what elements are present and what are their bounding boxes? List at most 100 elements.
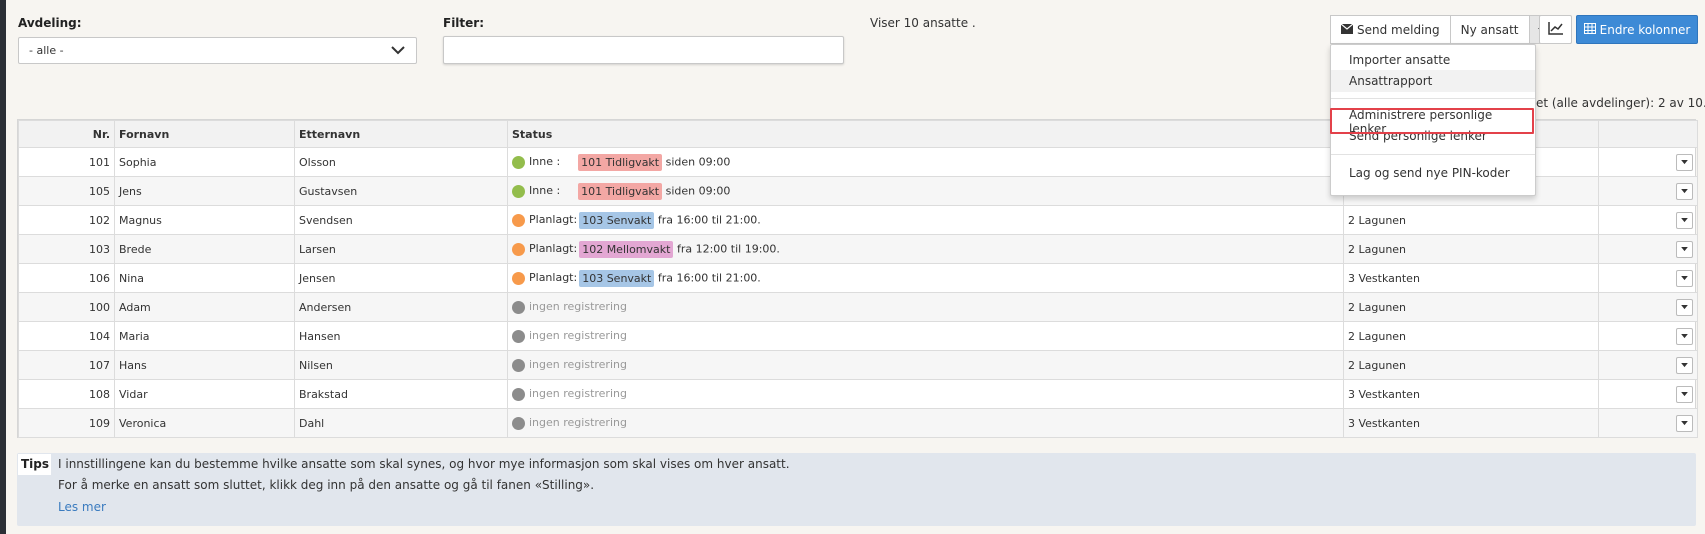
highlight-box <box>1330 108 1534 134</box>
status-dot-icon <box>512 358 525 372</box>
shift-badge: 101 Tidligvakt <box>578 182 663 200</box>
menu-item-import-employees[interactable]: Importer ansatte <box>1331 49 1535 71</box>
column-header-status[interactable]: Status <box>507 120 1344 148</box>
envelope-icon <box>1340 23 1354 37</box>
row-menu-button[interactable] <box>1676 327 1693 345</box>
table-row[interactable]: 108 Vidar Brakstad ingen registrering 3 Vest… <box>18 379 1698 409</box>
shift-badge: 103 Senvakt <box>579 211 655 229</box>
chevron-down-icon <box>390 43 406 60</box>
cell-department: 3 Vestkanten <box>1343 408 1599 438</box>
status-dot-icon <box>512 416 525 430</box>
send-message-button[interactable]: Send melding <box>1330 15 1451 44</box>
cell-last-name: Hansen <box>294 321 508 351</box>
statistics-button[interactable] <box>1539 15 1572 44</box>
cell-actions <box>1598 408 1698 438</box>
table-row[interactable]: 106 Nina Jensen Planlagt: 103 Senvakt fra 16… <box>18 263 1698 293</box>
change-columns-label: Endre kolonner <box>1599 22 1691 37</box>
tips-label: Tips <box>18 454 51 475</box>
cell-nr: 102 <box>18 205 115 235</box>
status-dot-icon <box>512 213 525 227</box>
status-detail: siden 09:00 <box>665 184 731 197</box>
cell-nr: 108 <box>18 379 115 409</box>
cell-nr: 100 <box>18 292 115 322</box>
cell-status: Inne : 101 Tidligvakt siden 09:00 <box>507 147 1344 177</box>
caret-down-icon <box>1681 246 1688 251</box>
shift-badge: 101 Tidligvakt <box>578 153 663 171</box>
cell-actions <box>1598 176 1698 206</box>
row-menu-button[interactable] <box>1676 182 1693 200</box>
shift-badge: 103 Senvakt <box>579 269 655 287</box>
cell-last-name: Dahl <box>294 408 508 438</box>
column-header-last-name[interactable]: Etternavn <box>294 120 508 148</box>
cell-actions <box>1598 234 1698 264</box>
table-row[interactable]: 107 Hans Nilsen ingen registrering 2 Lagunen <box>18 350 1698 380</box>
table-row[interactable]: 100 Adam Andersen ingen registrering 2 Lagun… <box>18 292 1698 322</box>
filter-label: Filter: <box>443 16 485 30</box>
cell-nr: 106 <box>18 263 115 293</box>
table-row[interactable]: 104 Maria Hansen ingen registrering 2 Lagune… <box>18 321 1698 351</box>
status-detail: ingen registrering <box>529 329 627 343</box>
menu-item-send-pin-codes[interactable]: Lag og send nye PIN-koder <box>1331 162 1535 184</box>
new-employee-button[interactable]: Ny ansatt <box>1450 15 1530 44</box>
cell-first-name: Hans <box>114 350 295 380</box>
row-menu-button[interactable] <box>1676 414 1693 432</box>
status-dot-icon <box>512 300 525 314</box>
menu-item-employee-report[interactable]: Ansattrapport <box>1331 70 1535 92</box>
department-label: Avdeling: <box>18 16 82 30</box>
cell-first-name: Jens <box>114 176 295 206</box>
tips-panel: Tips I innstillingene kan du bestemme hv… <box>17 453 1696 526</box>
cell-nr: 104 <box>18 321 115 351</box>
row-menu-button[interactable] <box>1676 385 1693 403</box>
read-more-link[interactable]: Les mer <box>58 500 106 514</box>
table-row[interactable]: 103 Brede Larsen Planlagt: 102 Mellomvakt fr… <box>18 234 1698 264</box>
status-detail: ingen registrering <box>529 416 627 430</box>
table-row[interactable]: 102 Magnus Svendsen Planlagt: 103 Senvakt fr… <box>18 205 1698 235</box>
status-detail: ingen registrering <box>529 358 627 372</box>
change-columns-button[interactable]: Endre kolonner <box>1576 15 1698 44</box>
status-prefix: Inne : <box>529 184 561 197</box>
employee-count-text: Viser 10 ansatte . <box>870 16 976 30</box>
caret-down-icon <box>1681 304 1688 309</box>
cell-department: 2 Lagunen <box>1343 321 1599 351</box>
cell-actions <box>1598 263 1698 293</box>
department-select[interactable]: - alle - <box>18 37 417 64</box>
cell-first-name: Adam <box>114 292 295 322</box>
line-chart-icon <box>1547 21 1564 38</box>
cell-status: ingen registrering <box>507 292 1344 322</box>
row-menu-button[interactable] <box>1676 211 1693 229</box>
cell-status: ingen registrering <box>507 379 1344 409</box>
status-detail: fra 16:00 til 21:00. <box>657 213 761 226</box>
column-header-nr[interactable]: Nr. <box>18 120 115 148</box>
caret-down-icon <box>1681 159 1688 164</box>
caret-down-icon <box>1681 333 1688 338</box>
row-menu-button[interactable] <box>1676 298 1693 316</box>
filter-input[interactable] <box>443 36 844 64</box>
cell-status: Planlagt: 102 Mellomvakt fra 12:00 til 19… <box>507 234 1344 264</box>
column-header-first-name[interactable]: Fornavn <box>114 120 295 148</box>
row-menu-button[interactable] <box>1676 356 1693 374</box>
cell-status: Inne : 101 Tidligvakt siden 09:00 <box>507 176 1344 206</box>
cell-first-name: Nina <box>114 263 295 293</box>
row-menu-button[interactable] <box>1676 153 1693 171</box>
status-detail: fra 12:00 til 19:00. <box>676 242 780 255</box>
table-row[interactable]: 109 Veronica Dahl ingen registrering 3 Vestk… <box>18 408 1698 438</box>
caret-down-icon <box>1681 420 1688 425</box>
cell-last-name: Larsen <box>294 234 508 264</box>
status-prefix: Planlagt: <box>529 213 578 226</box>
menu-divider <box>1331 98 1535 99</box>
cell-first-name: Brede <box>114 234 295 264</box>
cell-status: Planlagt: 103 Senvakt fra 16:00 til 21:00… <box>507 205 1344 235</box>
row-menu-button[interactable] <box>1676 269 1693 287</box>
cell-last-name: Andersen <box>294 292 508 322</box>
status-detail: siden 09:00 <box>665 155 731 168</box>
cell-nr: 101 <box>18 147 115 177</box>
cell-department: 2 Lagunen <box>1343 234 1599 264</box>
cell-department: 3 Vestkanten <box>1343 263 1599 293</box>
status-detail: ingen registrering <box>529 300 627 314</box>
cell-department: 2 Lagunen <box>1343 205 1599 235</box>
status-detail: ingen registrering <box>529 387 627 401</box>
cell-last-name: Nilsen <box>294 350 508 380</box>
status-prefix: Planlagt: <box>529 271 578 284</box>
cell-first-name: Vidar <box>114 379 295 409</box>
row-menu-button[interactable] <box>1676 240 1693 258</box>
